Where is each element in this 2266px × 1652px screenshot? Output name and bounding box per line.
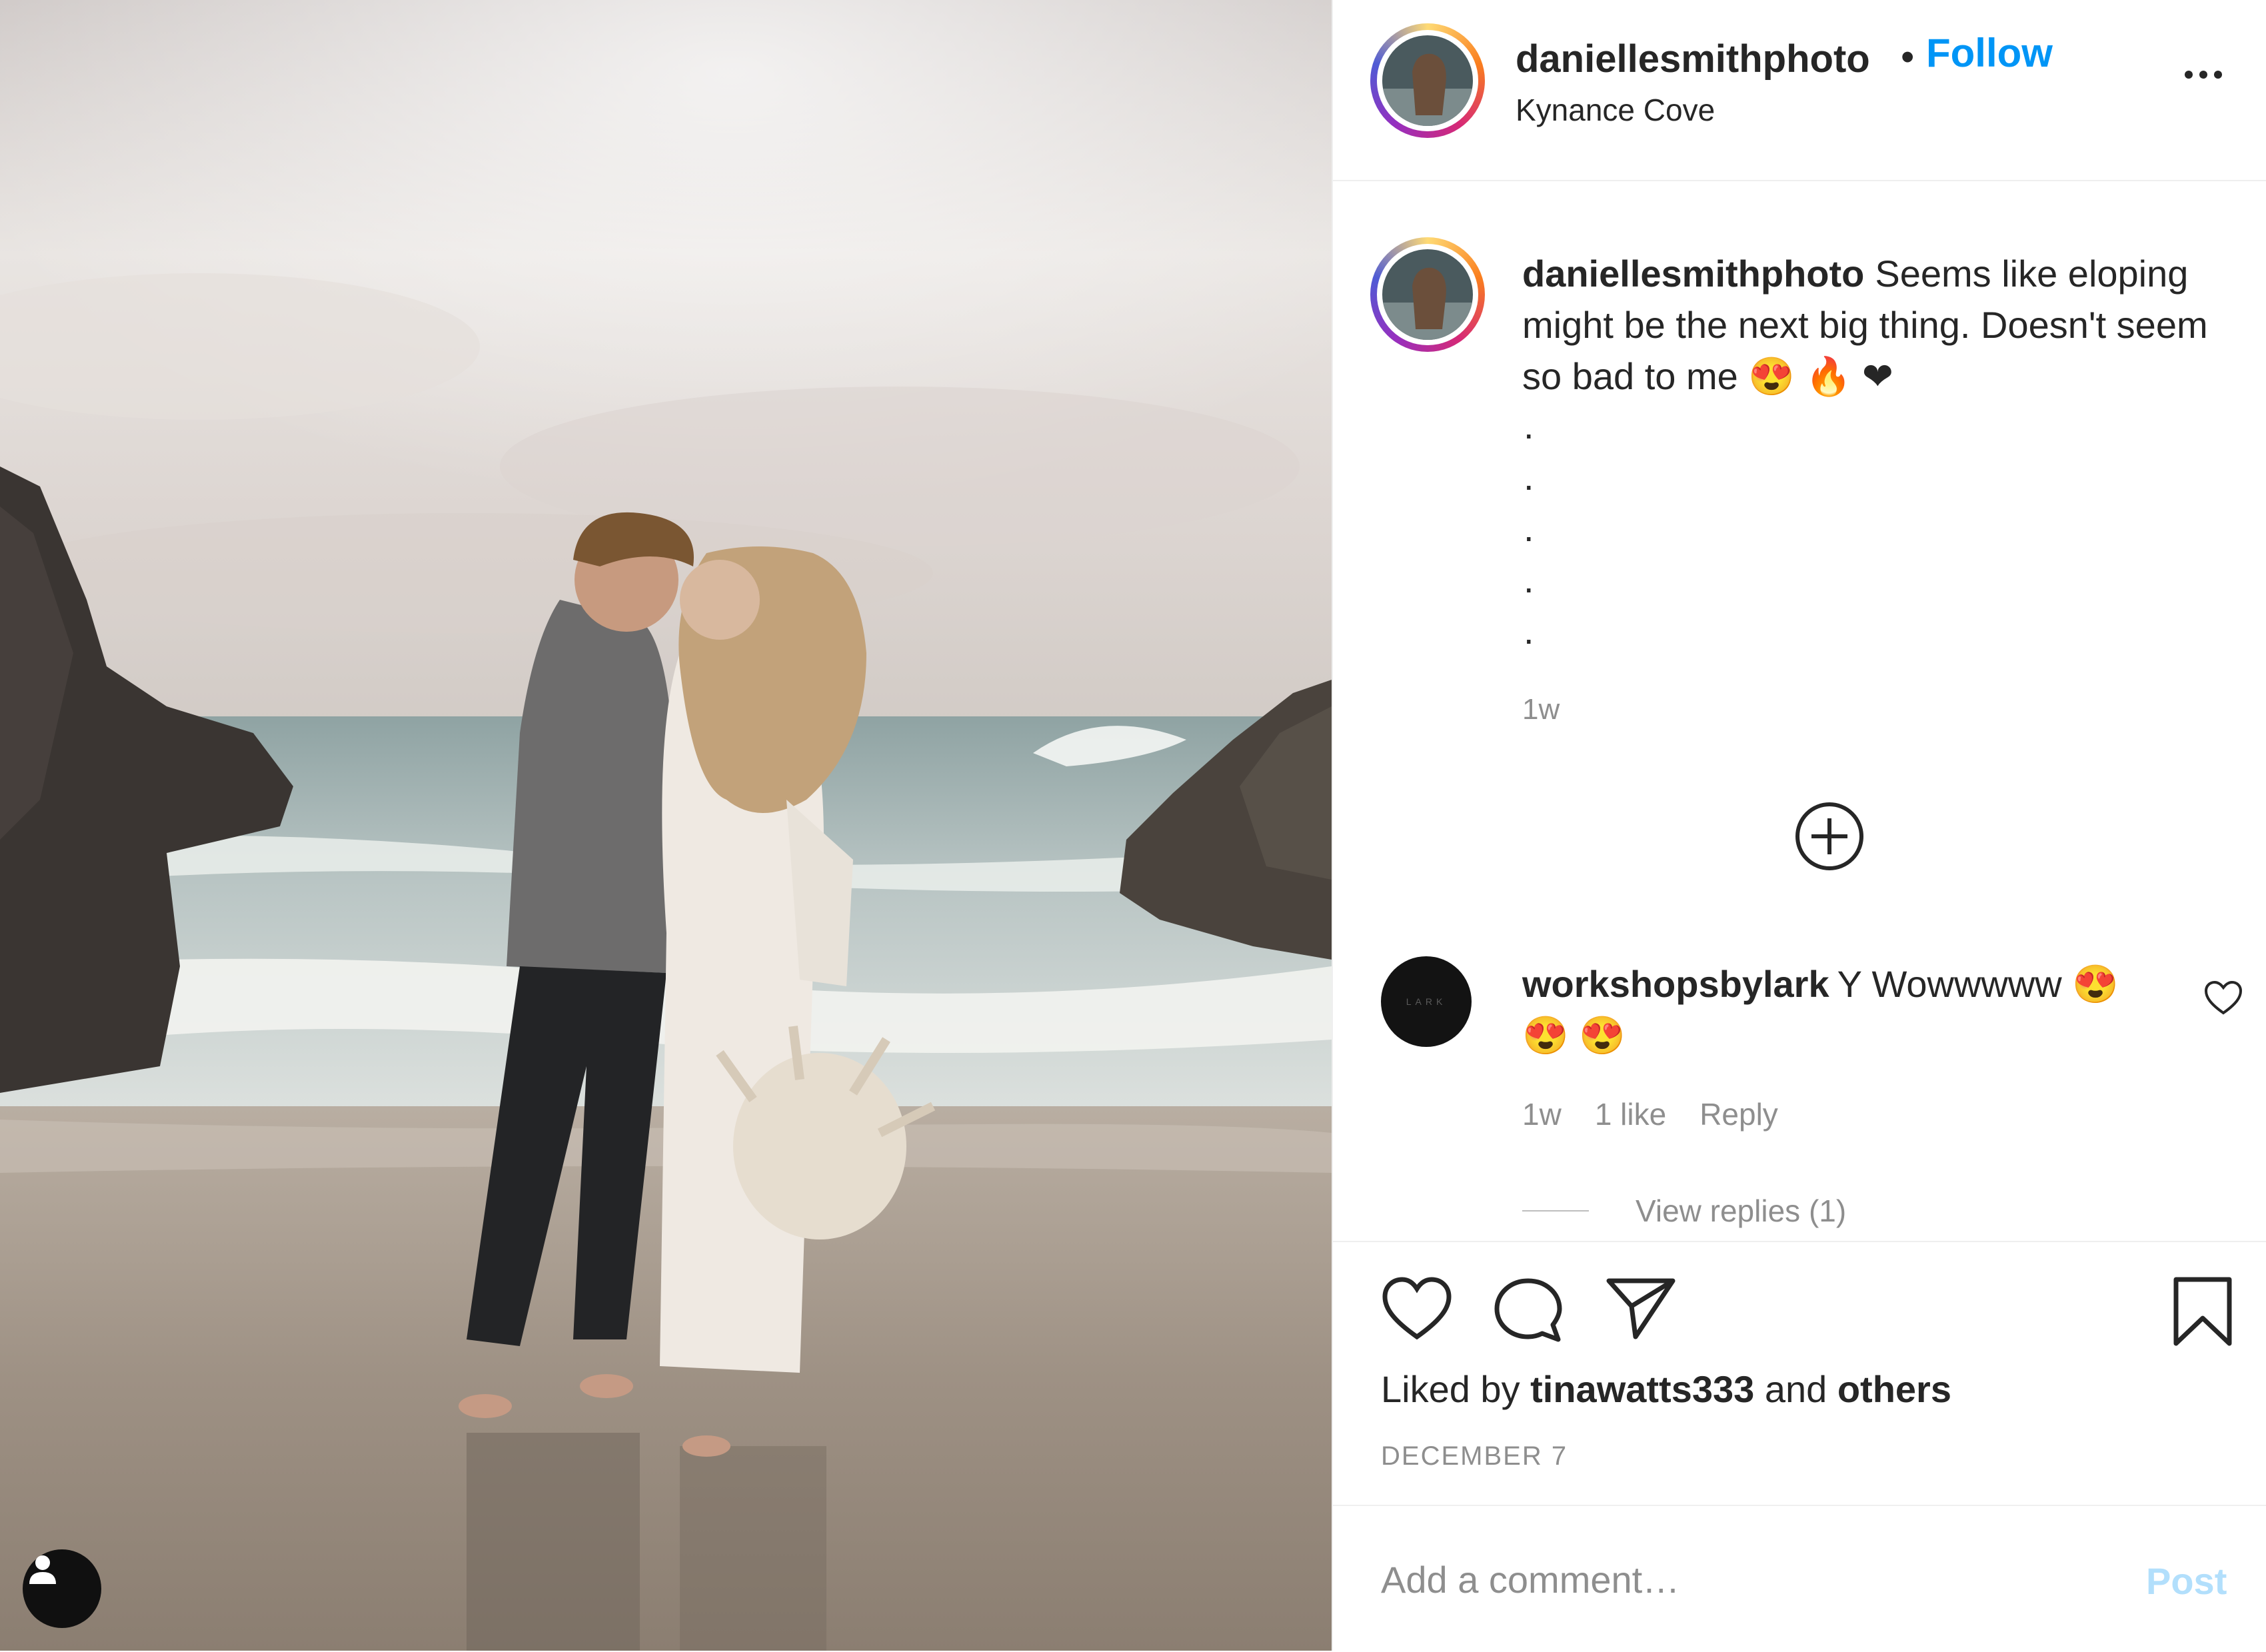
beach-elopement-photo: [0, 0, 1332, 1651]
caption-dot-line: .: [1524, 507, 1534, 549]
more-options-icon[interactable]: [2185, 61, 2231, 88]
user-tag-icon[interactable]: [23, 1549, 101, 1628]
liked-by-others[interactable]: others: [1837, 1368, 1951, 1410]
heart-icon[interactable]: [1381, 1275, 1453, 1345]
post-date: DECEMBER 7: [1381, 1441, 1568, 1471]
replies-divider-line: [1522, 1210, 1589, 1212]
comment-icon[interactable]: [1492, 1275, 1565, 1348]
caption-dot-line: .: [1524, 558, 1534, 600]
avatar-logo-text: LARK: [1406, 996, 1447, 1007]
likes-summary: Liked by tinawatts333 and others: [1381, 1367, 1951, 1411]
comment-input[interactable]: [1381, 1546, 2114, 1613]
author-username[interactable]: daniellesmithphoto: [1516, 37, 1870, 81]
comment-timestamp: 1w: [1522, 1097, 1562, 1132]
caption-dot-line: .: [1524, 610, 1534, 652]
comment-meta: 1w 1 like Reply: [1522, 1096, 1778, 1132]
post-caption: daniellesmithphoto Seems like eloping mig…: [1522, 248, 2255, 402]
comment-body: workshopsbylark Y Wowwwww 😍 😍 😍: [1522, 958, 2162, 1061]
share-icon[interactable]: [1605, 1275, 1677, 1345]
commenter-username[interactable]: workshopsbylark: [1522, 963, 1829, 1005]
post-photo[interactable]: [0, 0, 1332, 1651]
commenter-avatar[interactable]: LARK: [1381, 956, 1472, 1047]
caption-username[interactable]: daniellesmithphoto: [1522, 253, 1864, 295]
caption-dot-line: .: [1524, 405, 1534, 446]
add-comment-bar: Post: [1333, 1505, 2266, 1652]
separator-dot: •: [1901, 35, 1915, 79]
liked-by-and: and: [1764, 1368, 1827, 1410]
post-side-panel: daniellesmithphoto • Follow Kynance Cove…: [1332, 0, 2266, 1651]
post-location[interactable]: Kynance Cove: [1516, 92, 1715, 128]
comment-like-count[interactable]: 1 like: [1595, 1096, 1666, 1132]
view-replies-label: View replies (1): [1636, 1194, 1847, 1228]
post-comment-button[interactable]: Post: [2146, 1559, 2227, 1603]
caption-author-avatar[interactable]: [1370, 237, 1485, 352]
liked-by-user[interactable]: tinawatts333: [1530, 1368, 1754, 1410]
follow-button[interactable]: Follow: [1926, 30, 2053, 76]
comment-reply-button[interactable]: Reply: [1700, 1096, 1778, 1132]
caption-timestamp: 1w: [1522, 693, 1560, 726]
post-header: daniellesmithphoto • Follow Kynance Cove: [1333, 0, 2266, 181]
caption-dots: . . . . .: [1524, 400, 1534, 656]
author-avatar[interactable]: [1370, 23, 1485, 138]
caption-dot-line: .: [1524, 456, 1534, 498]
liked-by-prefix: Liked by: [1381, 1368, 1520, 1410]
save-icon[interactable]: [2171, 1275, 2235, 1352]
load-more-comments-icon[interactable]: [1793, 800, 1866, 873]
instagram-post-modal: daniellesmithphoto • Follow Kynance Cove…: [0, 0, 2266, 1651]
view-replies-button[interactable]: View replies (1): [1522, 1193, 1846, 1229]
comment-like-icon[interactable]: [2203, 980, 2243, 1016]
